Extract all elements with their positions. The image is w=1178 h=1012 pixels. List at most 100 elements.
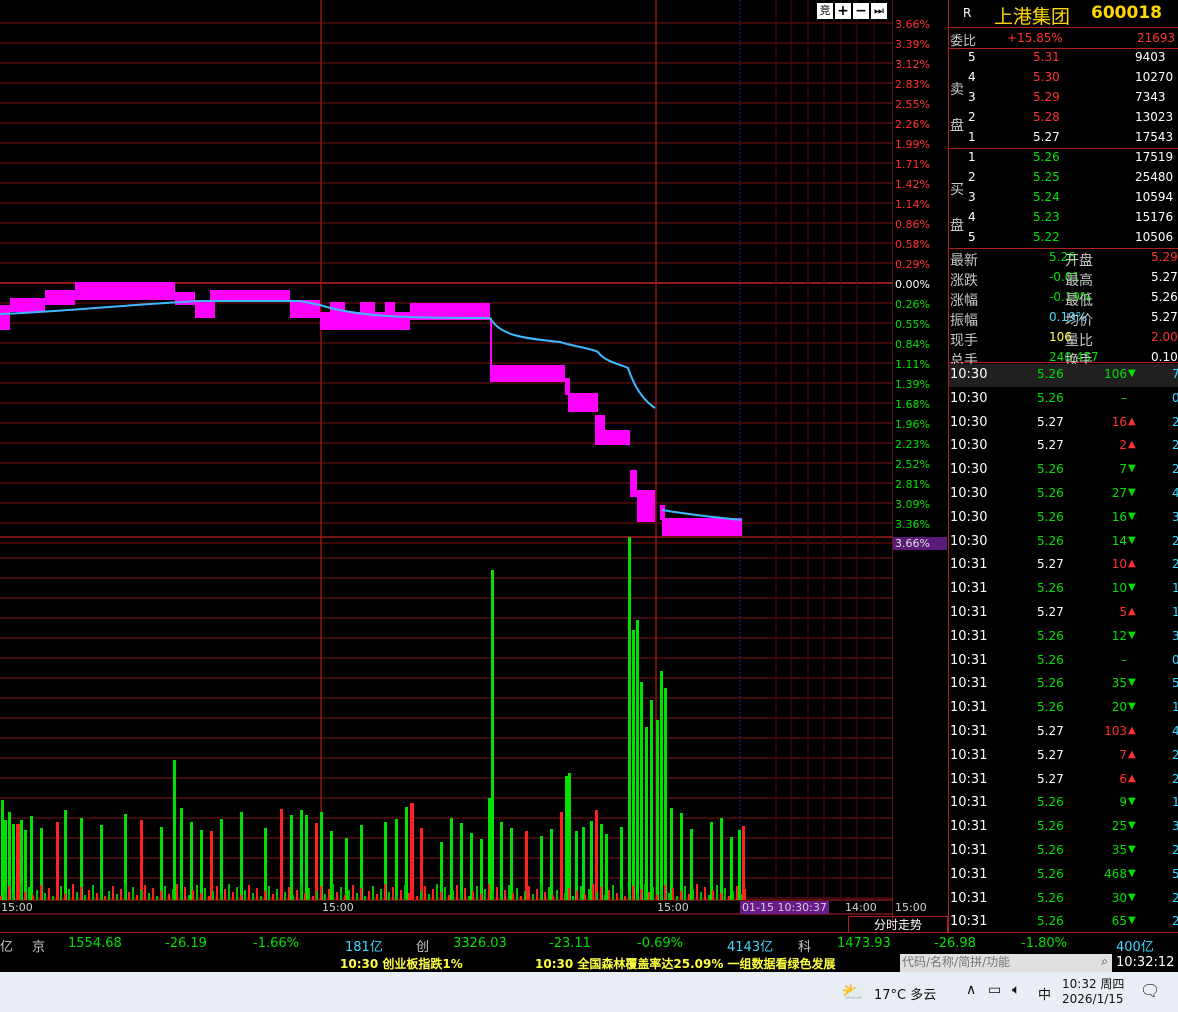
- index-name-kc[interactable]: 科: [798, 936, 811, 955]
- tick-row[interactable]: 10:31 5.26 30 ▼ 2: [949, 888, 1178, 911]
- buy-row[interactable]: 5 5.22 10506: [949, 228, 1178, 248]
- buy-row[interactable]: 4 5.23 15176: [949, 208, 1178, 228]
- quote-row[interactable]: 最新 5.26 开盘 5.29: [949, 248, 1178, 269]
- tick-volume: 20: [1111, 700, 1127, 715]
- tick-row[interactable]: 10:30 5.26 7 ▼ 2: [949, 459, 1178, 482]
- volume-bar: [620, 888, 622, 900]
- volume-icon[interactable]: 🔈︎: [1012, 982, 1020, 998]
- tick-count: 2: [1172, 462, 1178, 477]
- tick-row[interactable]: 10:31 5.26 9 ▼ 1: [949, 792, 1178, 815]
- sell-price: 5.30: [1033, 70, 1060, 84]
- volume-bar: [608, 890, 610, 900]
- tick-volume: 35: [1111, 843, 1127, 857]
- weather-icon[interactable]: ⛅: [841, 982, 863, 1003]
- axis-label: 1.68%: [895, 398, 930, 411]
- volume-bar: [720, 893, 722, 900]
- tick-count: 2: [1172, 414, 1178, 429]
- tick-row[interactable]: 10:31 5.26 12 ▼ 3: [949, 626, 1178, 649]
- tick-price: 5.26: [1037, 914, 1064, 929]
- buy-row[interactable]: 3 5.24 10594: [949, 188, 1178, 208]
- tick-row[interactable]: 10:31 5.26 35 ▼ 5: [949, 673, 1178, 696]
- quote-panel: R 上港集团 600018 委比 +15.85% 21693 卖 盘 买 盘 5…: [948, 0, 1178, 935]
- volume-bar: [228, 884, 230, 900]
- tick-count: 7: [1172, 367, 1178, 381]
- news-ticker[interactable]: 10:30 创业板指跌1% 10:30 全国森林覆盖率达25.09% 一组数据看…: [0, 954, 900, 972]
- tick-row[interactable]: 10:31 5.26 468 ▼ 5: [949, 864, 1178, 887]
- volume-bar: [605, 834, 608, 900]
- volume-bar: [24, 830, 27, 900]
- buy-row[interactable]: 2 5.25 25480: [949, 168, 1178, 188]
- news-item-2[interactable]: 10:30 全国森林覆盖率达25.09% 一组数据看绿色发展: [535, 955, 836, 972]
- tick-row[interactable]: 10:31 5.27 7 ▲ 2: [949, 745, 1178, 768]
- index-name-cy[interactable]: 创: [416, 936, 429, 955]
- tick-time: 10:31: [950, 819, 988, 835]
- volume-bar: [648, 892, 650, 900]
- volume-bar: [292, 895, 294, 900]
- sell-row[interactable]: 3 5.29 7343: [949, 88, 1178, 108]
- tick-row[interactable]: 10:30 5.26 16 ▼ 3: [949, 507, 1178, 530]
- sell-row[interactable]: 5 5.31 9403: [949, 48, 1178, 68]
- tick-row[interactable]: 10:30 5.26 106 ▼ 7: [949, 364, 1178, 387]
- bid-button[interactable]: 竞: [817, 3, 833, 19]
- taskbar-date[interactable]: 2026/1/15: [1062, 992, 1124, 1006]
- tick-count: 4: [1172, 724, 1178, 738]
- tick-row[interactable]: 10:30 5.27 2 ▲ 2: [949, 435, 1178, 458]
- quote-row[interactable]: 涨幅 -0.19% 最低 5.26: [949, 288, 1178, 309]
- tick-row[interactable]: 10:31 5.26 – 0: [949, 650, 1178, 673]
- sell-row[interactable]: 2 5.28 13023: [949, 108, 1178, 128]
- network-icon[interactable]: ▭: [988, 982, 1001, 998]
- time-label-2: 15:00: [322, 901, 354, 914]
- taskbar-time[interactable]: 10:32 周四: [1062, 975, 1124, 992]
- zoom-out-icon[interactable]: −: [853, 3, 869, 19]
- tick-volume: 10: [1111, 557, 1127, 572]
- tick-row[interactable]: 10:31 5.26 20 ▼ 1: [949, 697, 1178, 720]
- intraday-chart[interactable]: [0, 0, 893, 930]
- volume-bar: [624, 896, 626, 900]
- ime-indicator[interactable]: 中: [1038, 984, 1051, 1003]
- tick-row[interactable]: 10:31 5.27 6 ▲ 2: [949, 769, 1178, 792]
- quote-row[interactable]: 振幅 0.19% 均价 5.27: [949, 308, 1178, 329]
- tick-row[interactable]: 10:31 5.26 10 ▼ 1: [949, 578, 1178, 601]
- notification-icon[interactable]: 🗨︎: [1140, 981, 1160, 1000]
- news-item-1[interactable]: 10:30 创业板指跌1%: [340, 955, 463, 972]
- tick-row[interactable]: 10:30 5.26 27 ▼ 4: [949, 483, 1178, 506]
- buy-row[interactable]: 1 5.26 17519: [949, 148, 1178, 168]
- tick-row[interactable]: 10:31 5.26 35 ▼ 2: [949, 840, 1178, 863]
- tick-count: 2: [1172, 557, 1178, 572]
- weather-text[interactable]: 17°C 多云: [874, 984, 936, 1003]
- next-icon[interactable]: ⏭: [871, 3, 887, 19]
- sell-row[interactable]: 1 5.27 17543: [949, 128, 1178, 148]
- sell-row[interactable]: 4 5.30 10270: [949, 68, 1178, 88]
- chevron-up-icon[interactable]: ∧: [966, 982, 976, 998]
- tick-row[interactable]: 10:31 5.27 103 ▲ 4: [949, 721, 1178, 744]
- search-input[interactable]: [900, 954, 1094, 970]
- zoom-in-icon[interactable]: +: [835, 3, 851, 19]
- quote-row[interactable]: 涨跌 -0.01 最高 5.27: [949, 268, 1178, 289]
- volume-bar: [740, 894, 742, 900]
- volume-bar: [544, 892, 546, 900]
- volume-bar: [708, 895, 710, 900]
- tick-time: 10:31: [950, 628, 988, 644]
- search-box[interactable]: ⌕: [900, 954, 1112, 972]
- quote-row[interactable]: 现手 106 量比 2.00: [949, 328, 1178, 349]
- quote-value: 5.27: [1151, 310, 1178, 324]
- tick-price: 5.26: [1037, 509, 1064, 524]
- tick-row[interactable]: 10:31 5.26 65 ▼ 2: [949, 911, 1178, 934]
- price-bar: [568, 393, 598, 412]
- sell-price: 5.28: [1033, 110, 1060, 124]
- volume-bar: [372, 886, 374, 900]
- tick-row[interactable]: 10:31 5.26 25 ▼ 3: [949, 816, 1178, 839]
- tick-price: 5.26: [1037, 866, 1064, 881]
- index-name-bj[interactable]: 京: [32, 936, 45, 955]
- tick-row[interactable]: 10:30 5.27 16 ▲ 2: [949, 412, 1178, 435]
- tick-row[interactable]: 10:30 5.26 14 ▼ 2: [949, 531, 1178, 554]
- volume-bar: [744, 889, 746, 900]
- volume-bar: [152, 888, 154, 900]
- tick-row[interactable]: 10:31 5.27 5 ▲ 1: [949, 602, 1178, 625]
- volume-bar: [395, 819, 398, 900]
- search-icon[interactable]: ⌕: [1101, 954, 1108, 969]
- tick-row[interactable]: 10:30 5.26 – 0: [949, 388, 1178, 411]
- tick-volume: 65: [1111, 914, 1127, 929]
- tick-row[interactable]: 10:31 5.27 10 ▲ 2: [949, 554, 1178, 577]
- mode-tab[interactable]: 分时走势: [848, 916, 948, 933]
